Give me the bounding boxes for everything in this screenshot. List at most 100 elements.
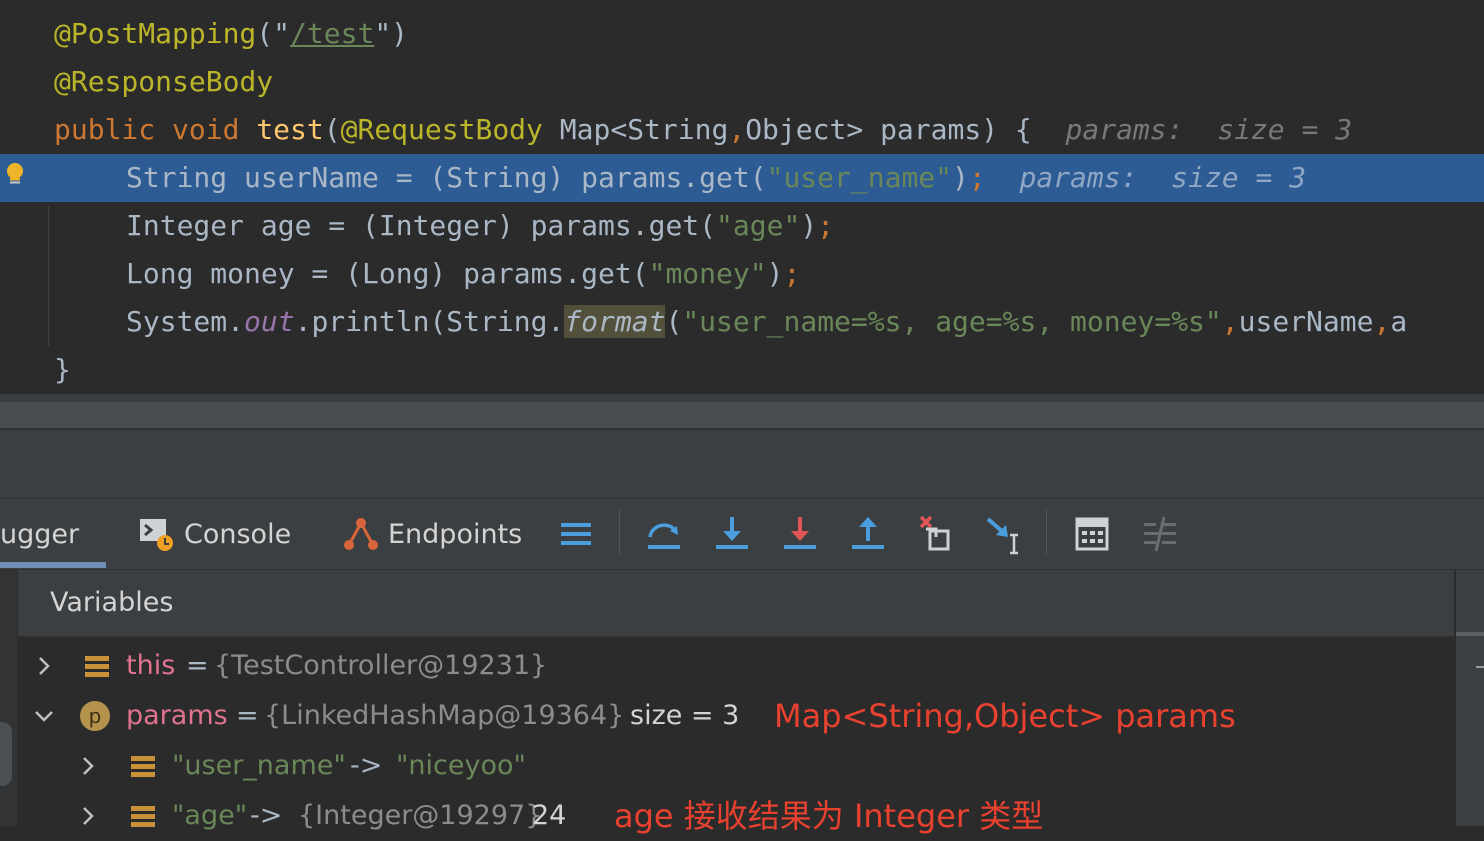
code-text: (" <box>256 17 291 50</box>
variables-tree: this = {TestController@19231} p params =… <box>18 637 1454 835</box>
code-text: ) <box>952 161 969 194</box>
force-step-into-icon[interactable] <box>780 513 820 555</box>
keyword: void <box>172 113 240 146</box>
toolbar-separator <box>619 509 620 555</box>
code-text: Map<String <box>542 113 729 146</box>
annotation: @RequestBody <box>340 113 543 146</box>
code-text: Integer age = (Integer) params.get( <box>126 209 717 242</box>
console-icon <box>140 519 173 551</box>
chevron-right-icon[interactable] <box>76 804 100 828</box>
field-icon <box>131 756 155 777</box>
comma: , <box>728 113 746 146</box>
step-over-icon[interactable] <box>644 513 684 555</box>
map-entry-age[interactable]: "age" -> {Integer@19297} 24 age 接收结果为 In… <box>18 791 1454 841</box>
code-text: a <box>1390 305 1408 338</box>
map-key: "user_name" <box>172 750 346 781</box>
evaluate-expression-icon[interactable] <box>1072 513 1112 555</box>
horizontal-scrollbar[interactable] <box>0 402 1484 430</box>
code-text: System. <box>126 305 245 338</box>
map-arrow: -> <box>350 750 383 781</box>
equals-sign: = <box>186 650 209 681</box>
inline-value-hint: params: size = 3 <box>1019 161 1307 194</box>
string-literal: "age" <box>716 209 801 242</box>
semicolon: ; <box>783 257 801 290</box>
field-icon <box>85 656 109 677</box>
code-line-4-current[interactable]: String userName = (String) params.get("u… <box>0 154 1484 202</box>
toolbar-separator <box>1046 509 1047 555</box>
semicolon: ; <box>817 209 835 242</box>
annotation-note: age 接收结果为 Integer 类型 <box>614 797 1044 835</box>
annotation-note: Map<String,Object> params <box>774 697 1236 735</box>
string-literal: "user_name=%s, age=%s, money=%s" <box>682 305 1222 338</box>
tab-label: Console <box>184 518 292 550</box>
debug-header-area <box>0 430 1484 499</box>
code-text: ) <box>766 257 784 290</box>
frames-icon[interactable] <box>556 513 596 555</box>
variables-title: Variables <box>50 587 174 618</box>
annotation: @ResponseBody <box>54 65 274 98</box>
step-into-icon[interactable] <box>712 513 752 555</box>
code-text: String userName = (String) params.get( <box>126 161 767 194</box>
code-text: ( <box>323 113 341 146</box>
tab-console[interactable]: Console <box>138 499 291 569</box>
code-line-3[interactable]: public void test(@RequestBody Map<String… <box>0 106 1484 154</box>
code-line-8[interactable]: } <box>0 346 1484 394</box>
code-line-2[interactable]: @ResponseBody <box>0 58 1484 106</box>
chevron-down-icon[interactable] <box>32 704 56 728</box>
tab-debugger[interactable]: ugger <box>0 499 79 569</box>
map-key: "age" <box>172 800 248 831</box>
comma: , <box>1221 305 1239 338</box>
code-text: ") <box>374 17 409 50</box>
collection-size: size = 3 <box>630 700 740 731</box>
url-link[interactable]: /test <box>290 17 374 50</box>
code-text: ( <box>665 305 683 338</box>
variable-name: params <box>126 700 228 731</box>
code-text: Object> params) { <box>745 113 1032 146</box>
watches-panel-edge[interactable] <box>1456 570 1484 826</box>
string-literal: "user_name" <box>766 161 953 194</box>
static-field: out <box>244 305 295 338</box>
run-to-cursor-icon[interactable] <box>984 513 1024 555</box>
code-line-1[interactable]: @PostMapping("/test") <box>0 10 1484 58</box>
tab-endpoints[interactable]: Endpoints <box>342 499 522 569</box>
map-value: "niceyoo" <box>396 750 526 781</box>
code-line-7[interactable]: System.out.println(String.format("user_n… <box>0 298 1484 346</box>
field-icon <box>131 806 155 827</box>
string-literal: "money" <box>648 257 767 290</box>
tab-label: ugger <box>0 518 80 550</box>
inline-value-hint: params: size = 3 <box>1065 113 1353 146</box>
editor-scroll-edge <box>0 394 1484 402</box>
variable-name: this <box>126 650 176 681</box>
map-value: {Integer@19297} <box>298 800 543 831</box>
static-method-highlighted: format <box>564 305 666 338</box>
frames-panel-edge[interactable] <box>0 570 18 826</box>
map-entry-user-name[interactable]: "user_name" -> "niceyoo" <box>18 741 1454 791</box>
chevron-right-icon[interactable] <box>32 654 56 678</box>
code-editor[interactable]: @PostMapping("/test") @ResponseBody publ… <box>0 0 1484 394</box>
variable-value: {LinkedHashMap@19364} <box>264 700 625 731</box>
parameter-icon: p <box>80 701 110 731</box>
tab-label: Endpoints <box>388 518 523 550</box>
variable-row-this[interactable]: this = {TestController@19231} <box>18 641 1454 691</box>
code-text: .println(String. <box>294 305 565 338</box>
step-out-icon[interactable] <box>848 513 888 555</box>
endpoints-icon <box>344 518 378 550</box>
drop-frame-icon[interactable] <box>916 513 956 555</box>
collapse-icon[interactable] <box>1476 666 1484 668</box>
code-line-5[interactable]: Integer age = (Integer) params.get("age"… <box>0 202 1484 250</box>
panel-edge-mark <box>1456 632 1484 636</box>
active-tab-indicator <box>0 562 106 568</box>
code-text: userName <box>1238 305 1374 338</box>
code-text: ) <box>800 209 818 242</box>
trace-icon[interactable] <box>1140 513 1180 555</box>
code-text: } <box>54 353 71 386</box>
semicolon: ; <box>968 161 986 194</box>
variable-row-params[interactable]: p params = {LinkedHashMap@19364} size = … <box>18 691 1454 741</box>
code-text: Long money = (Long) params.get( <box>126 257 649 290</box>
lightbulb-icon[interactable] <box>4 162 26 186</box>
map-arrow: -> <box>250 800 283 831</box>
variable-value: {TestController@19231} <box>214 650 548 681</box>
panel-resize-handle[interactable] <box>0 722 12 786</box>
code-line-6[interactable]: Long money = (Long) params.get("money"); <box>0 250 1484 298</box>
chevron-right-icon[interactable] <box>76 754 100 778</box>
